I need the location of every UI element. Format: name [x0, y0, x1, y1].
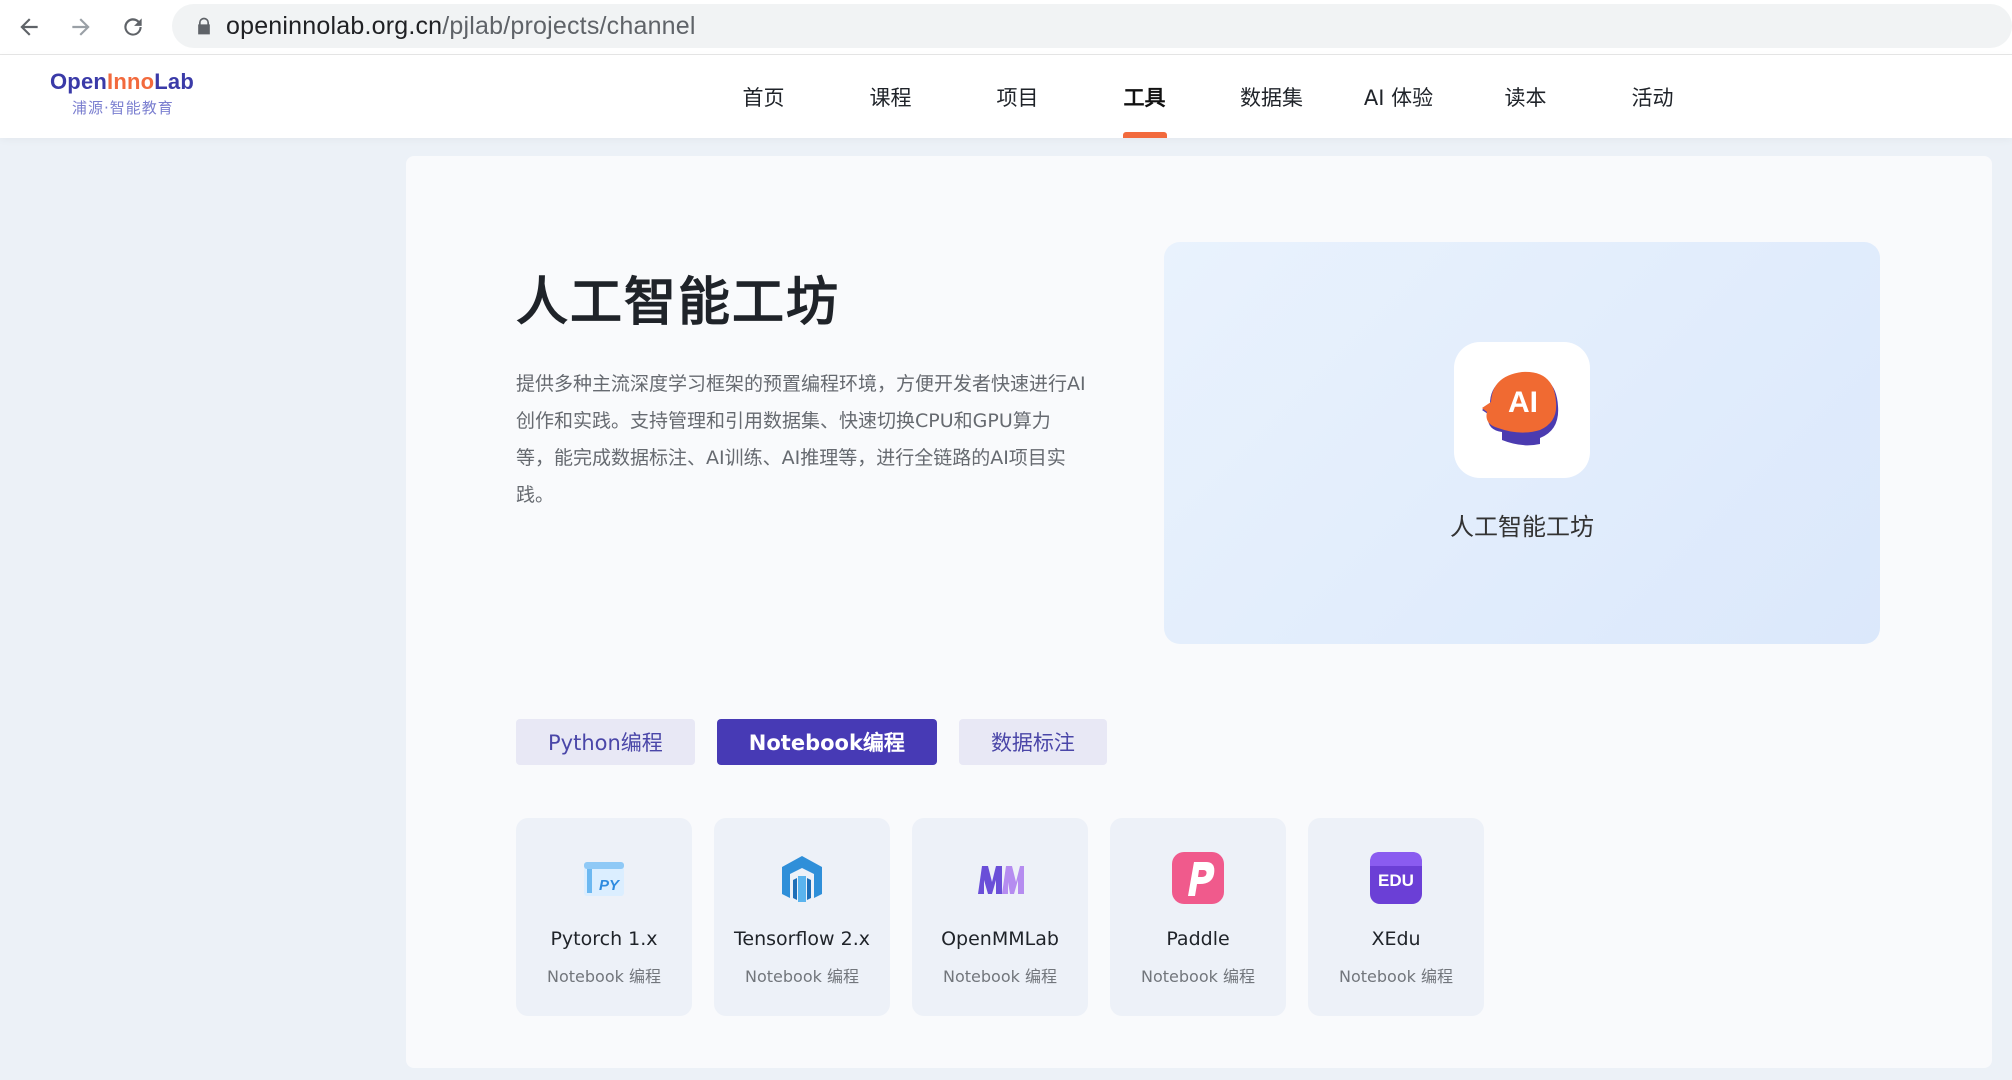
tab-2[interactable]: 数据标注 — [958, 719, 1107, 765]
tool-subtitle: Notebook 编程 — [1339, 967, 1453, 986]
nav-item-6[interactable]: 读本 — [1462, 55, 1589, 138]
logo-lab: Lab — [154, 69, 194, 94]
nav-item-5[interactable]: AI 体验 — [1335, 55, 1462, 138]
nav-item-0[interactable]: 首页 — [700, 55, 827, 138]
tab-0[interactable]: Python编程 — [516, 719, 695, 765]
tool-card-1[interactable]: Tensorflow 2.x Notebook 编程 — [714, 818, 890, 1016]
category-tabs: Python编程 Notebook编程 数据标注 — [516, 719, 1107, 765]
tool-name: Pytorch 1.x — [550, 928, 658, 950]
tool-subtitle: Notebook 编程 — [745, 967, 859, 986]
paddle-icon — [1170, 850, 1226, 906]
nav-item-4[interactable]: 数据集 — [1208, 55, 1335, 138]
reload-icon[interactable] — [116, 10, 150, 44]
page-title: 人工智能工坊 — [516, 273, 841, 333]
url-text: openinnolab.org.cn/pjlab/projects/channe… — [226, 12, 696, 41]
url-path: /pjlab/projects/channel — [442, 12, 696, 40]
tool-card-4[interactable]: EDU XEdu Notebook 编程 — [1308, 818, 1484, 1016]
openmmlab-icon — [972, 850, 1028, 906]
nav-item-3[interactable]: 工具 — [1081, 55, 1208, 138]
back-icon[interactable] — [12, 10, 46, 44]
tool-name: Paddle — [1166, 928, 1230, 950]
tool-cards: PY Pytorch 1.x Notebook 编程 Tensorflow 2.x No… — [516, 818, 1484, 1016]
tool-subtitle: Notebook 编程 — [547, 967, 661, 986]
logo-subtitle: 浦源·智能教育 — [72, 99, 174, 117]
nav-item-7[interactable]: 活动 — [1589, 55, 1716, 138]
browser-toolbar: openinnolab.org.cn/pjlab/projects/channe… — [0, 0, 2012, 55]
forward-icon[interactable] — [64, 10, 98, 44]
logo-open: Open — [50, 69, 108, 94]
pytorch-icon: PY — [576, 850, 632, 906]
address-bar[interactable]: openinnolab.org.cn/pjlab/projects/channe… — [172, 4, 2012, 48]
hero-card: AI 人工智能工坊 — [1164, 242, 1880, 644]
xedu-icon: EDU — [1368, 850, 1424, 906]
url-host: openinnolab.org.cn — [226, 12, 443, 40]
nav-item-2[interactable]: 项目 — [954, 55, 1081, 138]
tool-card-2[interactable]: OpenMMLab Notebook 编程 — [912, 818, 1088, 1016]
tool-name: Tensorflow 2.x — [734, 928, 870, 950]
svg-text:EDU: EDU — [1378, 871, 1414, 890]
tab-1[interactable]: Notebook编程 — [716, 719, 937, 765]
content-panel: 人工智能工坊 提供多种主流深度学习框架的预置编程环境，方便开发者快速进行AI创作… — [406, 156, 1992, 1068]
hero-card-label: 人工智能工坊 — [1450, 513, 1594, 541]
svg-text:PY: PY — [599, 877, 621, 894]
nav-item-1[interactable]: 课程 — [827, 55, 954, 138]
tool-subtitle: Notebook 编程 — [1141, 967, 1255, 986]
tool-name: XEdu — [1371, 928, 1421, 950]
lock-icon — [198, 17, 210, 35]
page-description: 提供多种主流深度学习框架的预置编程环境，方便开发者快速进行AI创作和实践。支持管… — [516, 373, 1086, 506]
tensorflow-icon — [774, 850, 830, 906]
tool-card-3[interactable]: Paddle Notebook 编程 — [1110, 818, 1286, 1016]
main-nav: 首页 课程 项目 工具 数据集 AI 体验 读本 活动 — [700, 55, 1716, 138]
ai-workshop-icon: AI — [1454, 342, 1590, 478]
ai-icon-text: AI — [1508, 386, 1538, 419]
tool-subtitle: Notebook 编程 — [943, 967, 1057, 986]
site-logo[interactable]: OpenInnoLab 浦源·智能教育 — [50, 69, 194, 118]
logo-inno: Inno — [107, 69, 155, 94]
site-header: OpenInnoLab 浦源·智能教育 首页 课程 项目 工具 数据集 AI 体验 读本 活动 — [0, 55, 2012, 138]
tool-name: OpenMMLab — [941, 928, 1059, 950]
tool-card-0[interactable]: PY Pytorch 1.x Notebook 编程 — [516, 818, 692, 1016]
